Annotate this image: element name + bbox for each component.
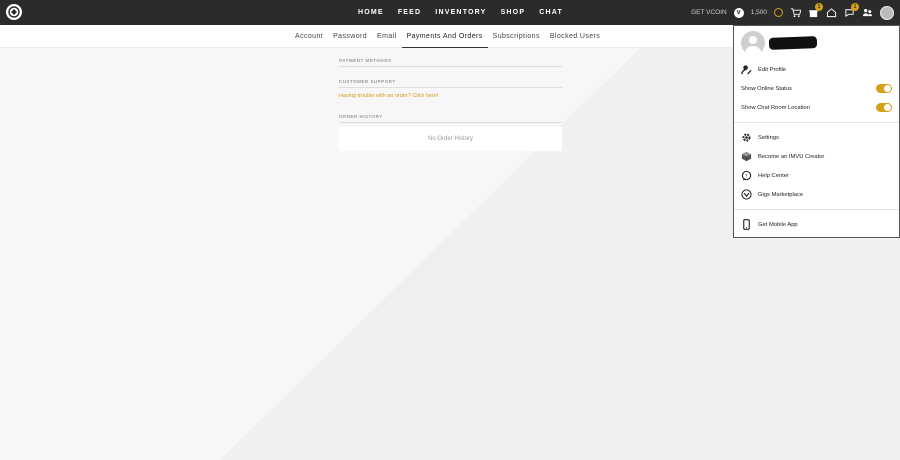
nav-chat[interactable]: CHAT	[539, 9, 563, 16]
redacted-username	[768, 36, 818, 50]
become-creator-label: Become an IMVU Creator	[758, 153, 825, 160]
payments-content: PAYMENT METHODS CUSTOMER SUPPORT Having …	[339, 58, 562, 151]
profile-avatar-button[interactable]	[880, 5, 894, 20]
imvu-logo-icon[interactable]	[6, 4, 22, 20]
gift-notification-badge: 1	[815, 3, 823, 11]
nav-home[interactable]: HOME	[358, 9, 384, 16]
show-online-status-toggle[interactable]	[876, 84, 892, 93]
gigs-marketplace-label: Gigs Marketplace	[758, 191, 804, 198]
friends-icon[interactable]	[862, 7, 873, 18]
nav-inventory[interactable]: INVENTORY	[435, 9, 486, 16]
tab-email[interactable]: Email	[372, 25, 402, 48]
order-history-empty: No Order History	[339, 127, 562, 151]
customer-support-header: CUSTOMER SUPPORT	[339, 79, 562, 88]
cube-icon	[741, 151, 752, 162]
tab-subscriptions[interactable]: Subscriptions	[488, 25, 545, 48]
order-history-header: ORDER HISTORY	[339, 114, 562, 123]
tab-account[interactable]: Account	[290, 25, 328, 48]
dropdown-avatar[interactable]	[741, 31, 765, 55]
dropdown-divider	[734, 122, 899, 123]
tab-password[interactable]: Password	[328, 25, 372, 48]
messages-notification-badge: 1	[851, 3, 859, 11]
vcoin-icon[interactable]: v	[733, 7, 744, 18]
become-creator-item[interactable]: Become an IMVU Creator	[734, 147, 899, 166]
get-vcoin-link[interactable]: GET VCOIN	[691, 9, 727, 16]
dropdown-header	[734, 26, 899, 60]
mobile-phone-icon	[741, 219, 752, 230]
nav-shop[interactable]: SHOP	[501, 9, 526, 16]
nav-feed[interactable]: FEED	[398, 9, 421, 16]
show-chat-room-location-row: Show Chat Room Location	[734, 98, 899, 117]
cart-icon[interactable]	[790, 7, 801, 18]
settings-tabs: Account Password Email Payments And Orde…	[290, 25, 605, 48]
credits-balance: 1,500	[750, 9, 767, 16]
svg-text:?: ?	[745, 173, 748, 179]
gear-icon	[741, 132, 752, 143]
settings-label: Settings	[758, 134, 779, 141]
settings-item[interactable]: Settings	[734, 128, 899, 147]
main-nav: HOME FEED INVENTORY SHOP CHAT	[358, 0, 563, 25]
tab-blocked-users[interactable]: Blocked Users	[545, 25, 605, 48]
edit-profile-label: Edit Profile	[758, 66, 787, 73]
show-chat-room-location-toggle[interactable]	[876, 103, 892, 112]
gift-icon[interactable]: 1	[808, 3, 823, 18]
show-online-status-label: Show Online Status	[741, 85, 792, 92]
home-icon[interactable]	[826, 7, 837, 18]
get-mobile-app-item[interactable]: Get Mobile App	[734, 215, 899, 234]
top-right-actions: GET VCOIN v 1,500 1 1	[691, 0, 894, 25]
gigs-marketplace-item[interactable]: Gigs Marketplace	[734, 185, 899, 204]
gigs-icon	[741, 189, 752, 200]
help-center-item[interactable]: ? Help Center	[734, 166, 899, 185]
edit-profile-item[interactable]: Edit Profile	[734, 60, 899, 79]
tab-payments-and-orders[interactable]: Payments And Orders	[401, 25, 488, 48]
edit-profile-icon	[741, 64, 752, 75]
help-center-label: Help Center	[758, 172, 789, 179]
show-online-status-row: Show Online Status	[734, 79, 899, 98]
show-chat-room-location-label: Show Chat Room Location	[741, 104, 810, 111]
help-chat-icon: ?	[741, 170, 752, 181]
profile-dropdown-menu: Edit Profile Show Online Status Show Cha…	[733, 25, 900, 238]
messages-icon[interactable]: 1	[844, 3, 859, 18]
top-nav-bar: HOME FEED INVENTORY SHOP CHAT GET VCOIN …	[0, 0, 900, 25]
payment-methods-header: PAYMENT METHODS	[339, 58, 562, 67]
credits-coin-icon	[774, 8, 783, 17]
get-mobile-app-label: Get Mobile App	[758, 221, 798, 228]
dropdown-divider	[734, 209, 899, 210]
order-history-empty-text: No Order History	[427, 136, 473, 142]
